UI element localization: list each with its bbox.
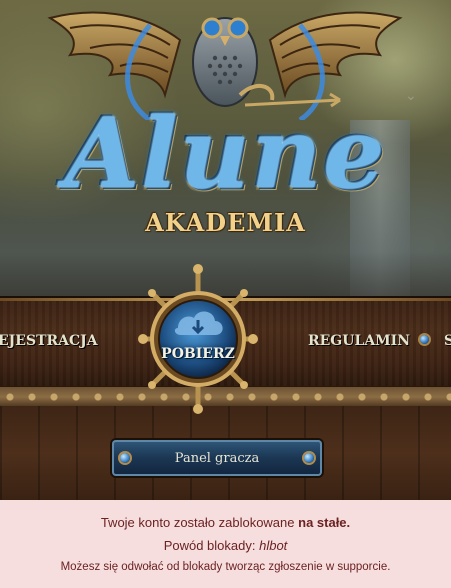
logo-subtitle: AKADEMIA: [145, 208, 306, 237]
nav-link-rules[interactable]: REGULAMIN: [308, 333, 410, 349]
logo-title: Alune: [64, 97, 387, 210]
nav-link-registration[interactable]: EJESTRACJA: [0, 333, 98, 349]
alert-line-reason: Powód blokady: hlbot: [0, 538, 451, 553]
nav-link-partial[interactable]: S: [444, 333, 451, 349]
account-blocked-alert: Twoje konto zostało zablokowane na stałe…: [0, 500, 451, 588]
alert-line-blocked: Twoje konto zostało zablokowane na stałe…: [0, 515, 451, 530]
player-panel-button[interactable]: Panel gracza: [112, 440, 322, 476]
alert-blocked-duration: na stałe.: [298, 515, 351, 530]
alert-reason-value: hlbot: [259, 538, 288, 553]
download-button[interactable]: [138, 264, 258, 414]
alert-blocked-text: Twoje konto zostało zablokowane: [100, 515, 299, 530]
gem-left-icon: [120, 453, 130, 463]
alert-reason-label: Powód blokady:: [163, 538, 260, 553]
player-panel-label: Panel gracza: [174, 450, 260, 466]
gem-right-icon: [304, 453, 314, 463]
hero-banner: Alune AKADEMIA ⌄: [0, 0, 451, 296]
chevron-down-icon[interactable]: ⌄: [405, 88, 417, 104]
nav-separator-gem-icon: [420, 335, 429, 344]
logo: Alune: [0, 104, 451, 204]
alert-line-appeal: Możesz się odwołać od blokady tworząc zg…: [60, 561, 391, 573]
